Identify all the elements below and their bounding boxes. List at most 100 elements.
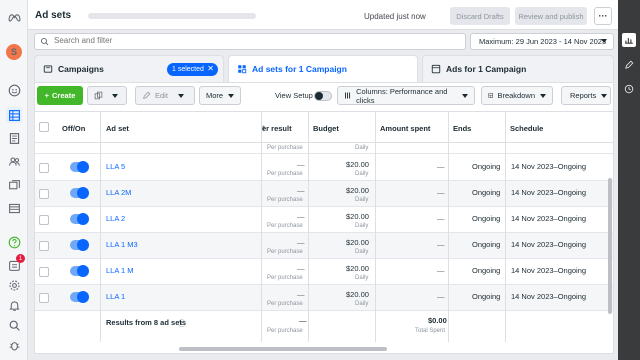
col-amount-spent[interactable]: Amount spent — [380, 124, 430, 133]
result-subtext: Per purchase — [267, 197, 303, 203]
row-checkbox[interactable] — [39, 215, 49, 225]
chevron-down-icon — [601, 93, 608, 98]
chevron-down-icon — [112, 93, 118, 98]
budget-subtext: Daily — [355, 275, 369, 281]
result-subtext: Per purchase — [267, 275, 303, 281]
ad-set-name-link[interactable]: LLA 5 — [106, 162, 125, 171]
result-subtext: Per purchase — [267, 145, 303, 151]
clear-selection-icon[interactable]: ✕ — [207, 64, 214, 73]
table-row[interactable]: LLA 2 — Per purchase $20.00 Daily — Ongo… — [35, 207, 613, 233]
budget-value[interactable]: $20.00 — [346, 290, 369, 299]
discard-drafts-button[interactable]: Discard Drafts — [450, 7, 510, 25]
horizontal-scrollbar[interactable] — [179, 347, 387, 351]
col-off-on[interactable]: Off/On — [62, 124, 85, 133]
result-value: — — [297, 186, 305, 195]
edit-pencil-icon[interactable] — [622, 58, 636, 72]
budget-value[interactable]: $20.00 — [346, 186, 369, 195]
col-ad-set[interactable]: Ad set — [106, 124, 129, 133]
col-ends[interactable]: Ends — [453, 124, 471, 133]
more-label: More — [206, 91, 224, 100]
view-setup-toggle[interactable] — [314, 91, 332, 101]
ends-value: Ongoing — [472, 240, 501, 249]
search-icon[interactable] — [6, 317, 22, 333]
ad-set-name-link[interactable]: LLA 1 M — [106, 266, 134, 275]
ad-set-name-link[interactable]: LLA 1 M3 — [106, 240, 138, 249]
schedule-value: 14 Nov 2023–Ongoing — [511, 162, 587, 171]
search-filter-bar[interactable] — [34, 33, 466, 50]
search-icon — [40, 37, 49, 46]
review-and-publish-button[interactable]: Review and publish — [515, 7, 587, 25]
budget-value[interactable]: $20.00 — [346, 160, 369, 169]
tab-ads[interactable]: Ads for 1 Campaign — [422, 55, 614, 82]
table-row[interactable]: LLA 2M — Per purchase $20.00 Daily — Ong… — [35, 181, 613, 207]
reports-dropdown[interactable]: Reports — [561, 86, 611, 105]
ad-set-name-link[interactable]: LLA 2M — [106, 188, 131, 197]
history-clock-icon[interactable] — [622, 82, 636, 96]
tab-ad-sets[interactable]: Ad sets for 1 Campaign — [228, 55, 418, 82]
on-off-toggle[interactable] — [70, 161, 89, 173]
on-off-toggle[interactable] — [70, 187, 89, 199]
help-icon[interactable] — [6, 234, 22, 250]
breakdown-label: Breakdown — [497, 91, 535, 100]
duplicate-button[interactable] — [87, 86, 127, 105]
meta-logo-icon[interactable] — [6, 9, 22, 25]
selected-pill[interactable]: 1 selected ✕ — [167, 63, 218, 76]
audiences-icon[interactable] — [6, 153, 22, 169]
breakdown-dropdown[interactable]: Breakdown — [481, 86, 553, 105]
column-divider — [448, 112, 449, 144]
date-range-picker[interactable]: Maximum: 29 Jun 2023 - 14 Nov 2023 — [470, 33, 614, 50]
amount-spent-value: — — [437, 266, 445, 275]
more-button[interactable]: More — [199, 86, 241, 105]
vertical-scrollbar[interactable] — [608, 178, 612, 314]
smiley-icon[interactable] — [6, 82, 22, 98]
on-off-toggle[interactable] — [70, 291, 89, 303]
row-checkbox[interactable] — [39, 163, 49, 173]
chart-panel-icon[interactable] — [622, 33, 636, 47]
account-avatar[interactable]: S — [6, 44, 22, 60]
ads-manager-table-icon[interactable] — [6, 107, 22, 123]
notification-badge: 1 — [16, 254, 25, 263]
result-value: — — [297, 290, 305, 299]
row-checkbox[interactable] — [39, 267, 49, 277]
row-checkbox[interactable] — [39, 241, 49, 251]
budget-value[interactable]: $20.00 — [346, 238, 369, 247]
table-row[interactable]: LLA 1 — Per purchase $20.00 Daily — Ongo… — [35, 285, 613, 311]
row-checkbox[interactable] — [39, 293, 49, 303]
table-row[interactable]: LLA 5 — Per purchase $20.00 Daily — Ongo… — [35, 155, 613, 181]
notifications-list-icon[interactable]: 1 — [6, 254, 25, 273]
info-icon[interactable]: ⓘ — [178, 318, 186, 329]
budget-value[interactable]: $20.00 — [346, 264, 369, 273]
budget-value[interactable]: $20.00 — [346, 212, 369, 221]
table-row[interactable]: LLA 1 M — Per purchase $20.00 Daily — On… — [35, 259, 613, 285]
bell-icon[interactable] — [6, 297, 22, 313]
ad-set-name-link[interactable]: LLA 1 — [106, 292, 125, 301]
columns-dropdown[interactable]: Columns: Performance and clicks — [337, 86, 475, 105]
catalog-icon[interactable] — [6, 177, 22, 193]
select-all-checkbox[interactable] — [39, 122, 49, 132]
create-button[interactable]: + Create — [37, 86, 83, 105]
row-checkbox[interactable] — [39, 189, 49, 199]
on-off-toggle[interactable] — [70, 265, 89, 277]
pencil-icon — [143, 91, 151, 99]
ad-set-name-link[interactable]: LLA 2 — [106, 214, 125, 223]
tab-campaigns[interactable]: Campaigns 1 selected ✕ — [34, 55, 224, 82]
result-value: — — [297, 238, 305, 247]
table-row-partial: Per purchase Daily — [35, 144, 613, 154]
col-schedule[interactable]: Schedule — [510, 124, 543, 133]
bug-report-icon[interactable] — [6, 337, 22, 353]
pages-icon[interactable] — [6, 130, 22, 146]
billing-icon[interactable] — [6, 200, 22, 216]
table-row[interactable]: LLA 1 M3 — Per purchase $20.00 Daily — O… — [35, 233, 613, 259]
on-off-toggle[interactable] — [70, 239, 89, 251]
settings-gear-icon[interactable] — [6, 277, 22, 293]
schedule-value: 14 Nov 2023–Ongoing — [511, 266, 587, 275]
redacted-account-name — [88, 13, 256, 19]
edit-button[interactable]: Edit — [135, 86, 195, 105]
col-budget[interactable]: Budget — [313, 124, 339, 133]
search-input[interactable] — [54, 36, 454, 45]
more-options-button[interactable]: ··· — [594, 7, 612, 25]
amount-spent-value: — — [437, 188, 445, 197]
col-result[interactable]: er result — [262, 124, 292, 133]
on-off-toggle[interactable] — [70, 213, 89, 225]
folder-icon — [43, 65, 53, 73]
